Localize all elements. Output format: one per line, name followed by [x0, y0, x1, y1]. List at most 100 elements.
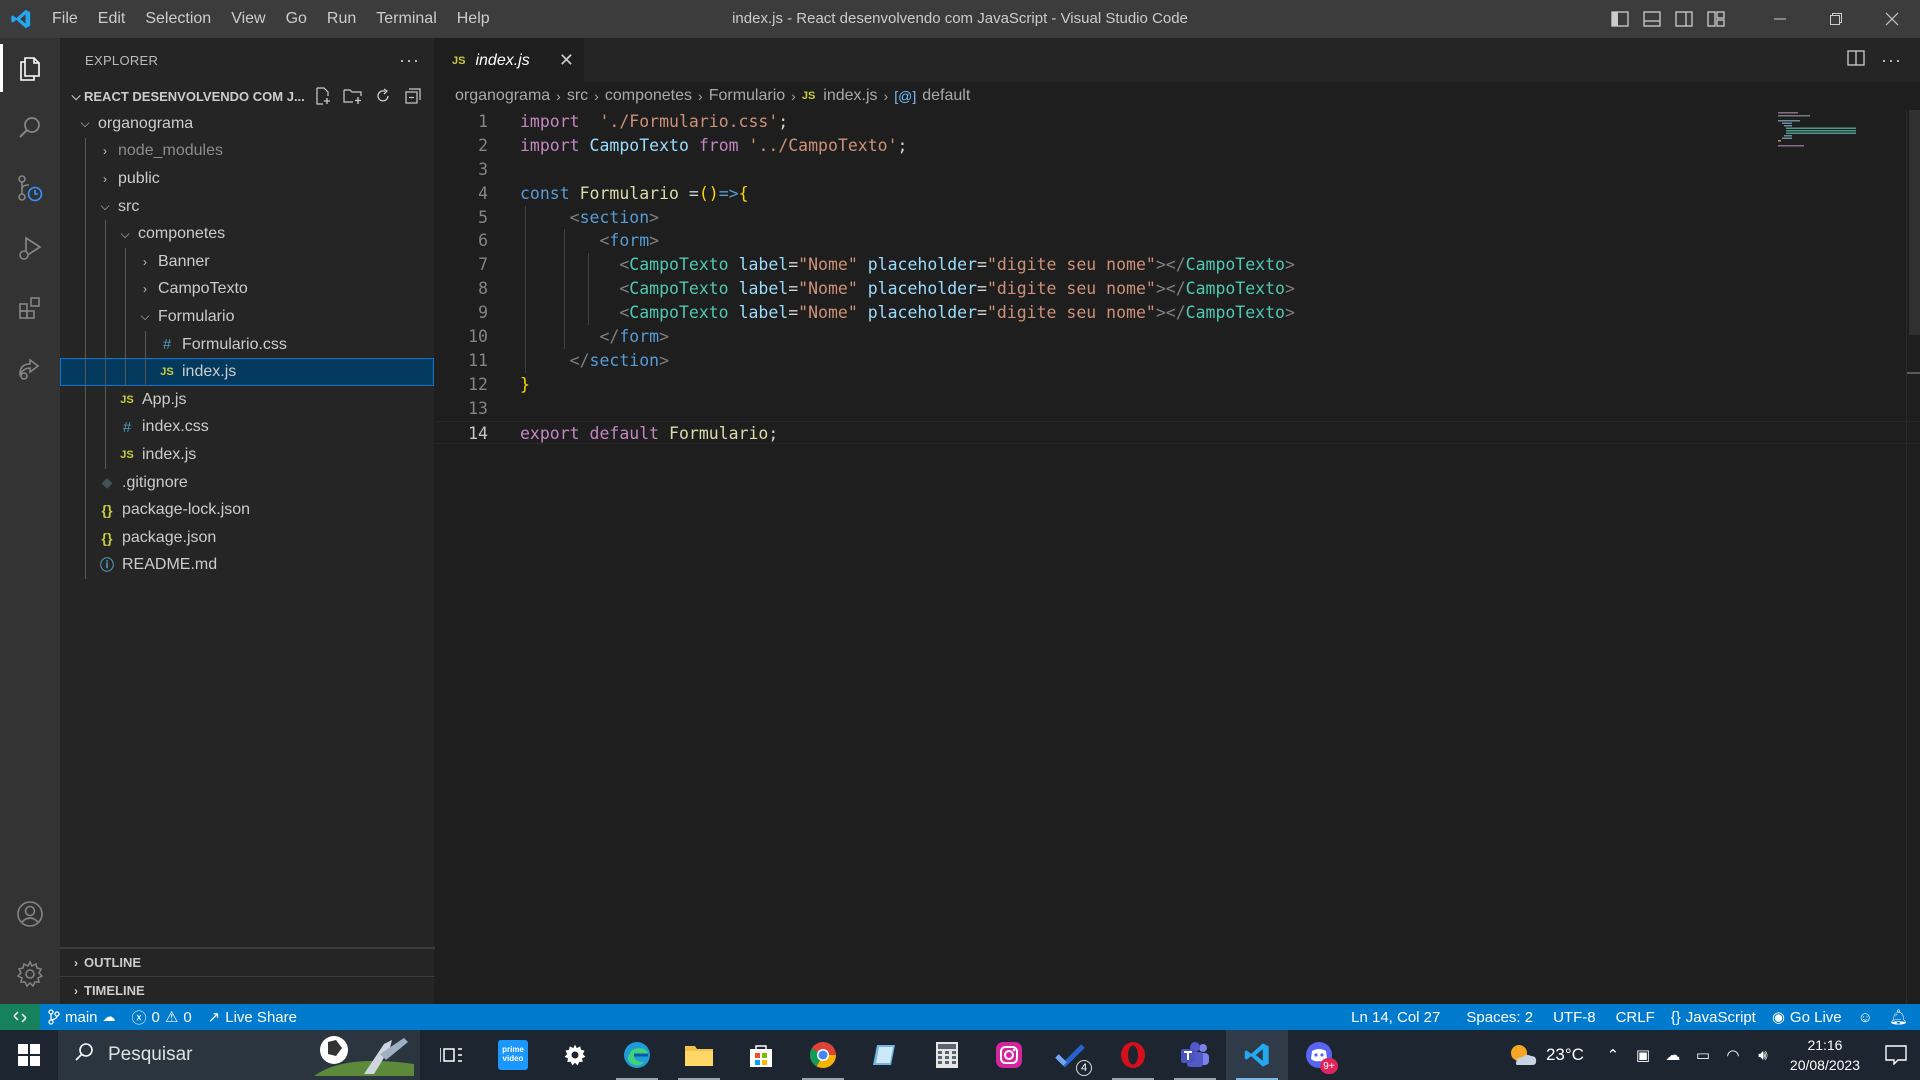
code-line[interactable]: 1 import './Formulario.css'; — [436, 110, 1920, 134]
code-line[interactable]: 9 <CampoTexto label="Nome" placeholder="… — [436, 301, 1920, 326]
vscode-taskbar-icon[interactable] — [1226, 1030, 1288, 1080]
new-folder-icon[interactable] — [342, 85, 364, 107]
breadcrumb-item-file[interactable]: index.js — [823, 87, 877, 105]
menu-file[interactable]: File — [42, 0, 88, 38]
breadcrumb-item-organograma[interactable]: organograma — [455, 87, 550, 105]
task-view-icon[interactable] — [420, 1030, 482, 1080]
taskbar-search[interactable]: Pesquisar — [58, 1030, 420, 1080]
notification-center-icon[interactable] — [1872, 1045, 1920, 1065]
breadcrumb-item-componetes[interactable]: componetes — [605, 87, 692, 105]
calculator-icon[interactable] — [916, 1030, 978, 1080]
code-line[interactable]: 10 </form> — [436, 325, 1920, 349]
chrome-icon[interactable] — [792, 1030, 854, 1080]
tree-item-formulario-css[interactable]: # Formulario.css — [60, 330, 434, 359]
tree-item-package-lock-json[interactable]: {} package-lock.json — [60, 496, 434, 524]
teams-icon[interactable] — [1164, 1030, 1226, 1080]
menu-terminal[interactable]: Terminal — [366, 0, 446, 38]
git-branch[interactable]: main ☁ — [40, 1009, 124, 1026]
microsoft-store-icon[interactable] — [730, 1030, 792, 1080]
cursor-position[interactable]: Ln 14, Col 27 — [1343, 1009, 1448, 1026]
minimize-icon[interactable] — [1752, 0, 1808, 38]
code-line[interactable]: 11 </section> — [436, 348, 1920, 373]
code-line[interactable]: 14 export default Formulario; — [436, 420, 1920, 445]
todo-app-icon[interactable]: 4 — [1040, 1030, 1102, 1080]
tree-item-src[interactable]: ⌵ src — [60, 192, 434, 221]
split-editor-icon[interactable] — [1847, 49, 1865, 71]
more-actions-icon[interactable]: ··· — [399, 50, 420, 71]
tree-item-public[interactable]: › public — [60, 165, 434, 193]
customize-layout-icon[interactable] — [1700, 0, 1732, 38]
meet-now-icon[interactable]: ▣ — [1628, 1046, 1658, 1064]
tree-item-organograma[interactable]: ⌵ organograma — [60, 110, 434, 138]
tree-item-package-json[interactable]: {} package.json — [60, 523, 434, 552]
search-icon[interactable] — [0, 98, 60, 158]
language-mode[interactable]: {} JavaScript — [1663, 1009, 1764, 1026]
code-line[interactable]: 2 import CampoTexto from '../CampoTexto'; — [436, 134, 1920, 158]
discord-icon[interactable]: 9+ — [1288, 1030, 1350, 1080]
file-explorer-icon[interactable] — [668, 1030, 730, 1080]
breadcrumb-item-src[interactable]: src — [567, 87, 588, 105]
menu-go[interactable]: Go — [276, 0, 317, 38]
tree-item-index-css[interactable]: # index.css — [60, 413, 434, 442]
code-line[interactable]: 5 <section> — [436, 205, 1920, 230]
tree-item-readme-md[interactable]: ⓘ README.md — [60, 551, 434, 580]
opera-browser-icon[interactable] — [1102, 1030, 1164, 1080]
menu-selection[interactable]: Selection — [135, 0, 221, 38]
windows-start-icon[interactable] — [0, 1030, 58, 1080]
toggle-panel-icon[interactable] — [1636, 0, 1668, 38]
chevron-up-icon[interactable]: ⌃ — [1598, 1046, 1628, 1064]
explorer-icon[interactable] — [0, 38, 60, 98]
restore-icon[interactable] — [1808, 0, 1864, 38]
tree-item-node-modules[interactable]: › node_modules — [60, 137, 434, 166]
accounts-icon[interactable] — [0, 884, 60, 944]
settings-gear-icon[interactable] — [544, 1030, 606, 1080]
manage-gear-icon[interactable] — [0, 944, 60, 1004]
wifi-icon[interactable]: ◠ — [1718, 1046, 1748, 1064]
outline-section-header[interactable]: › OUTLINE — [60, 948, 435, 976]
notifications-bell-icon[interactable]: 🔔︎ — [1881, 1008, 1920, 1026]
tree-item-formulario[interactable]: ⌵ Formulario — [60, 303, 434, 331]
close-window-icon[interactable] — [1864, 0, 1920, 38]
breadcrumb-item-formulario[interactable]: Formulario — [709, 87, 785, 105]
instagram-icon[interactable] — [978, 1030, 1040, 1080]
feedback-icon[interactable]: ☺ — [1850, 1009, 1881, 1026]
timeline-section-header[interactable]: › TIMELINE — [60, 976, 435, 1004]
notes-app-icon[interactable] — [854, 1030, 916, 1080]
code-line[interactable]: 6 <form> — [436, 229, 1920, 254]
collapse-all-icon[interactable] — [402, 85, 424, 107]
tree-item--gitignore[interactable]: ◆ .gitignore — [60, 468, 434, 497]
tree-item-app-js[interactable]: JS App.js — [60, 385, 434, 414]
refresh-icon[interactable] — [372, 85, 394, 107]
tree-item-index-js[interactable]: JS index.js — [60, 358, 434, 386]
code-line[interactable]: 7 <CampoTexto label="Nome" placeholder="… — [436, 253, 1920, 278]
extensions-icon[interactable] — [0, 278, 60, 338]
run-and-debug-icon[interactable] — [0, 218, 60, 278]
vertical-scrollbar[interactable] — [1906, 110, 1920, 1010]
menu-edit[interactable]: Edit — [88, 0, 136, 38]
menu-view[interactable]: View — [221, 0, 275, 38]
problems-indicator[interactable]: ⓧ 0 ⚠ 0 — [124, 1007, 200, 1028]
prime-video-icon[interactable]: prime video — [482, 1030, 544, 1080]
minimap[interactable] — [1774, 110, 1884, 150]
volume-icon[interactable]: 🔊︎ — [1748, 1047, 1778, 1064]
code-line[interactable]: 8 <CampoTexto label="Nome" placeholder="… — [436, 277, 1920, 302]
live-share-button[interactable]: ↗ Live Share — [200, 1008, 305, 1027]
battery-icon[interactable]: ▭ — [1688, 1046, 1718, 1064]
encoding[interactable]: UTF-8 — [1545, 1009, 1604, 1026]
source-control-icon[interactable] — [0, 158, 60, 218]
close-tab-icon[interactable]: ✕ — [559, 50, 574, 71]
code-line[interactable]: 12} — [436, 373, 1920, 397]
code-editor[interactable]: 1 import './Formulario.css'; 2 import Campo… — [436, 110, 1920, 445]
end-of-line[interactable]: CRLF — [1608, 1009, 1663, 1026]
weather-widget[interactable]: 23°C — [1494, 1042, 1598, 1068]
workspace-folder-header[interactable]: ⌵ REACT DESENVOLVENDO COM J... — [60, 82, 434, 110]
new-file-icon[interactable] — [312, 85, 334, 107]
tab-index-js[interactable]: JS index.js ✕ — [436, 38, 584, 82]
code-line[interactable]: 13 — [436, 397, 1920, 421]
indentation[interactable]: Spaces: 2 — [1458, 1009, 1541, 1026]
toggle-secondary-sidebar-icon[interactable] — [1668, 0, 1700, 38]
scrollbar-thumb[interactable] — [1909, 110, 1920, 335]
tree-item-banner[interactable]: › Banner — [60, 247, 434, 276]
code-line[interactable]: 3 — [436, 158, 1920, 182]
menu-help[interactable]: Help — [447, 0, 500, 38]
